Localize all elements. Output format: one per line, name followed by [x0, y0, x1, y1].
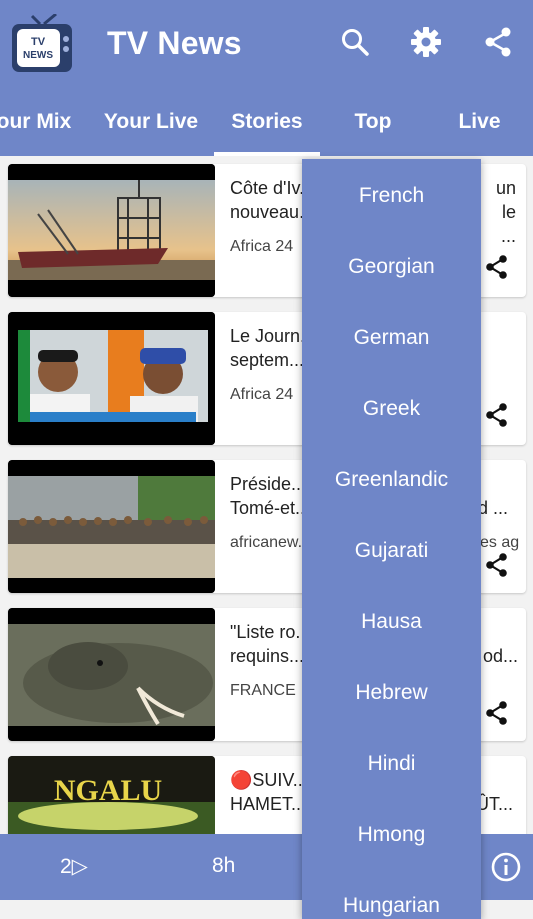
- menu-item-hausa[interactable]: Hausa: [302, 586, 481, 657]
- menu-item-gujarati[interactable]: Gujarati: [302, 515, 481, 586]
- search-icon[interactable]: [339, 26, 371, 58]
- video-thumbnail[interactable]: [8, 312, 215, 445]
- bottom-bar-middle-label[interactable]: 8h: [212, 854, 235, 878]
- share-icon[interactable]: [484, 700, 510, 726]
- menu-item-hungarian[interactable]: Hungarian: [302, 870, 481, 919]
- app-logo-icon: TV NEWS: [10, 12, 74, 76]
- story-title-overflow: d ...: [478, 498, 509, 518]
- story-source: Africa 24: [230, 238, 294, 255]
- menu-item-german[interactable]: German: [302, 302, 481, 373]
- menu-item-french[interactable]: French: [302, 160, 481, 231]
- video-thumbnail[interactable]: [8, 164, 215, 297]
- tab-your-mix[interactable]: our Mix: [0, 90, 94, 156]
- app-bar: TV NEWS TV News: [0, 0, 533, 90]
- menu-item-greek[interactable]: Greek: [302, 373, 481, 444]
- share-icon[interactable]: [482, 26, 514, 58]
- svg-text:NEWS: NEWS: [23, 50, 53, 61]
- menu-item-hmong[interactable]: Hmong: [302, 799, 481, 870]
- story-title-overflow: un le ...: [495, 178, 516, 246]
- tab-your-live[interactable]: Your Live: [98, 90, 204, 156]
- tab-bar: our Mix Your Live Stories Top Live: [0, 90, 533, 156]
- gear-icon[interactable]: [410, 26, 442, 58]
- menu-item-greenlandic[interactable]: Greenlandic: [302, 444, 481, 515]
- story-source: FRANCE: [230, 682, 296, 699]
- info-icon[interactable]: [490, 851, 522, 883]
- story-source: Africa 24: [230, 386, 294, 403]
- svg-text:TV: TV: [31, 36, 46, 48]
- share-icon[interactable]: [484, 254, 510, 280]
- menu-item-georgian[interactable]: Georgian: [302, 231, 481, 302]
- bottom-bar-left-label[interactable]: 2▷: [60, 854, 88, 879]
- tab-top[interactable]: Top: [320, 90, 426, 156]
- share-icon[interactable]: [484, 552, 510, 578]
- story-title-overflow: od...: [483, 646, 519, 666]
- menu-item-hebrew[interactable]: Hebrew: [302, 657, 481, 728]
- video-thumbnail[interactable]: [8, 460, 215, 593]
- active-tab-indicator: [214, 152, 320, 156]
- menu-item-hindi[interactable]: Hindi: [302, 728, 481, 799]
- app-title: TV News: [107, 25, 242, 61]
- tab-stories[interactable]: Stories: [214, 90, 320, 156]
- story-source: africanew...: [230, 534, 311, 551]
- language-dropdown-menu: French Georgian German Greek Greenlandic…: [302, 159, 481, 919]
- video-thumbnail[interactable]: [8, 608, 215, 741]
- story-title-overflow: ÛT...: [476, 794, 514, 814]
- svg-text:NGALU: NGALU: [54, 774, 162, 807]
- story-time: es ag: [480, 534, 520, 551]
- share-icon[interactable]: [484, 402, 510, 428]
- tab-live[interactable]: Live: [426, 90, 533, 156]
